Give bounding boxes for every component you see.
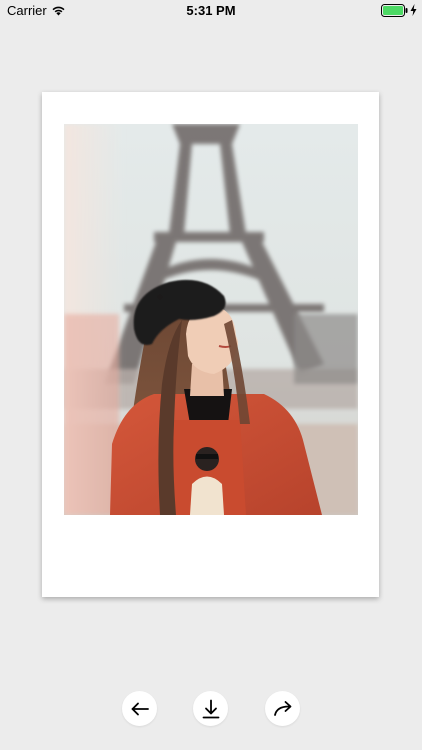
polaroid-frame — [42, 92, 379, 597]
photo — [64, 124, 358, 515]
status-bar: Carrier 5:31 PM — [0, 0, 422, 22]
download-button[interactable] — [193, 691, 228, 726]
status-time: 5:31 PM — [186, 3, 236, 18]
battery-icon — [381, 4, 408, 17]
bolt-icon — [410, 4, 417, 16]
arrow-left-icon — [131, 702, 149, 715]
back-button[interactable] — [122, 691, 157, 726]
share-arrow-icon — [273, 700, 291, 716]
bottom-toolbar — [0, 691, 422, 727]
download-icon — [202, 699, 219, 718]
share-button[interactable] — [265, 691, 300, 726]
photo-image — [64, 124, 358, 515]
